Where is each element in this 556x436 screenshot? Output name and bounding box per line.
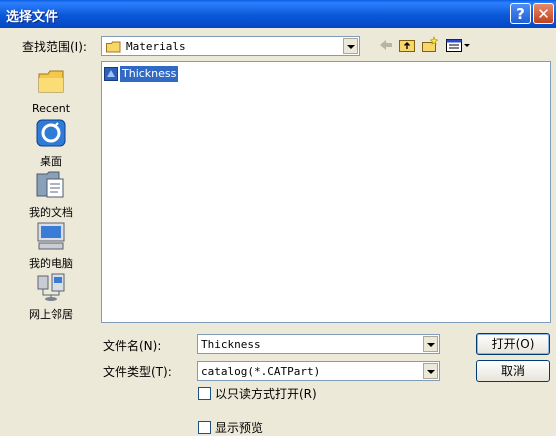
- catpart-file-icon: [104, 67, 119, 84]
- lookin-label: 查找范围(I):: [22, 40, 87, 54]
- back-icon[interactable]: [377, 36, 395, 54]
- help-button[interactable]: ?: [510, 3, 531, 24]
- readonly-label: 以只读方式打开(R): [215, 387, 317, 401]
- filetype-value: catalog(*.CATPart): [201, 365, 321, 378]
- cancel-button[interactable]: 取消: [476, 360, 550, 382]
- preview-checkbox[interactable]: [198, 421, 211, 434]
- place-label: 我的电脑: [29, 257, 73, 270]
- title-bar[interactable]: 选择文件 ? ✕: [0, 0, 556, 28]
- place-network[interactable]: 网上邻居: [18, 270, 84, 321]
- folder-icon: [106, 41, 121, 56]
- file-list[interactable]: Thickness: [101, 61, 551, 323]
- new-folder-icon[interactable]: [421, 36, 439, 54]
- place-computer[interactable]: 我的电脑: [18, 219, 84, 270]
- recent-folder-icon: [37, 68, 65, 97]
- desktop-icon: [35, 118, 67, 151]
- preview-label: 显示预览: [215, 421, 264, 435]
- lookin-combo[interactable]: Materials: [101, 36, 360, 56]
- documents-icon: [35, 170, 67, 203]
- network-icon: [35, 272, 67, 305]
- up-folder-icon[interactable]: [398, 36, 416, 54]
- filetype-label: 文件类型(T):: [103, 365, 172, 379]
- place-label: 桌面: [40, 155, 62, 168]
- place-desktop[interactable]: 桌面: [18, 117, 84, 168]
- filetype-dropdown-arrow[interactable]: [423, 363, 438, 379]
- open-button[interactable]: 打开(O): [476, 333, 550, 355]
- filename-input[interactable]: Thickness: [197, 334, 440, 354]
- place-label: Recent: [31, 102, 71, 115]
- filename-label: 文件名(N):: [103, 339, 162, 353]
- window-title: 选择文件: [6, 10, 59, 25]
- place-documents[interactable]: 我的文档: [18, 168, 84, 219]
- filename-value: Thickness: [201, 338, 261, 351]
- readonly-checkbox[interactable]: [198, 387, 211, 400]
- file-name: Thickness: [120, 66, 179, 82]
- lookin-value: Materials: [126, 40, 186, 53]
- filetype-select[interactable]: catalog(*.CATPart): [197, 361, 440, 381]
- place-label: 我的文档: [29, 206, 73, 219]
- view-menu-icon[interactable]: [445, 36, 471, 54]
- lookin-dropdown-arrow[interactable]: [343, 38, 358, 54]
- computer-icon: [35, 221, 67, 254]
- place-label: 网上邻居: [29, 308, 73, 321]
- filename-dropdown-arrow[interactable]: [423, 336, 438, 352]
- place-recent[interactable]: Recent: [18, 66, 84, 116]
- close-button[interactable]: ✕: [533, 3, 554, 24]
